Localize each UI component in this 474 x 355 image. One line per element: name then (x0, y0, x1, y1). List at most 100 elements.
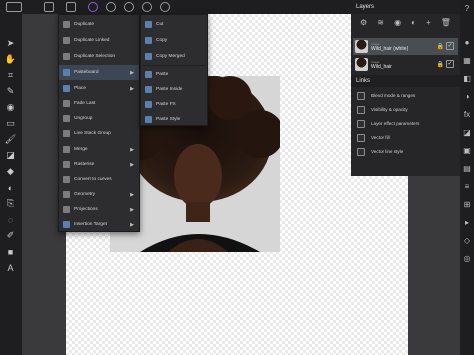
insertion-target-icon (63, 221, 70, 228)
stock-icon[interactable]: ▸ (462, 218, 472, 228)
persona-develop-icon[interactable] (124, 2, 134, 12)
link-checkbox[interactable] (357, 133, 365, 142)
layer-row[interactable]: Image Wild_hair 🔒 ✓ (353, 56, 458, 73)
mask-icon[interactable]: ◉ (394, 18, 401, 27)
delete-layer-icon[interactable]: 🗑 (441, 18, 451, 27)
styles-icon[interactable]: ◪ (462, 128, 472, 138)
menu-item-place[interactable]: Place ▶ (59, 81, 139, 96)
undo-icon[interactable] (66, 2, 76, 12)
menu-label: Place (74, 86, 86, 91)
layer-thumbnail (355, 40, 368, 53)
menu-label: Paste Inside (156, 87, 183, 92)
effects-icon[interactable]: fx (462, 110, 472, 120)
menu-label: Duplicate Selection (74, 54, 116, 59)
fade-icon (63, 100, 70, 107)
stack-icon[interactable]: ≋ (377, 18, 384, 27)
projections-icon (63, 206, 70, 213)
move-tool-icon[interactable]: ➤ (4, 38, 17, 49)
menu-item-paste-fx[interactable]: Paste FX (141, 97, 207, 112)
persona-photo-icon[interactable] (88, 2, 98, 12)
menu-item-duplicate-selection[interactable]: Duplicate Selection (59, 49, 139, 64)
menu-item-pasteboard[interactable]: Pasteboard ▶ (59, 65, 139, 80)
color-panel-icon[interactable]: ● (462, 38, 472, 48)
lock-icon[interactable]: 🔒 (437, 61, 444, 68)
shape-tool-icon[interactable]: ■ (4, 246, 17, 257)
chevron-right-icon: ▶ (130, 146, 134, 153)
persona-liquify-icon[interactable] (106, 2, 116, 12)
paste-icon (145, 71, 152, 78)
menu-item-insertion-target[interactable]: Insertion Target ▶ (59, 217, 139, 232)
menu-item-paste-inside[interactable]: Paste Inside (141, 82, 207, 97)
menu-item-paste[interactable]: Paste (141, 67, 207, 82)
menu-item-cut[interactable]: Cut (141, 17, 207, 32)
menu-item-ungroup[interactable]: Ungroup (59, 111, 139, 126)
menu-item-duplicate-linked[interactable]: Duplicate Linked (59, 33, 139, 48)
text-tool-icon[interactable]: A (4, 262, 17, 273)
menu-item-merge[interactable]: Merge ▶ (59, 142, 139, 157)
menu-item-convert-curves[interactable]: Convert to curves (59, 172, 139, 187)
history-icon[interactable]: ▣ (462, 146, 472, 156)
dodge-tool-icon[interactable]: ◐ (4, 182, 17, 193)
menu-label: Insertion Target (74, 222, 107, 227)
menu-item-geometry[interactable]: Geometry ▶ (59, 187, 139, 202)
marquee-tool-icon[interactable]: ▭ (4, 118, 17, 129)
color-picker-icon[interactable]: ✐ (4, 230, 17, 241)
layer-name: Wild_hair (371, 63, 392, 70)
context-menu: Duplicate Duplicate Linked Duplicate Sel… (58, 14, 140, 232)
transform-icon[interactable]: ⊞ (462, 200, 472, 210)
add-layer-icon[interactable]: + (426, 18, 431, 27)
menu-label: Cut (156, 22, 164, 27)
help-icon[interactable]: ? (462, 4, 472, 14)
layer-name: Wild_hair (white) (371, 45, 409, 52)
crop-tool-icon[interactable]: ⌗ (4, 70, 17, 81)
glyph-icon[interactable]: ◇ (462, 236, 472, 246)
chevron-right-icon: ▶ (130, 161, 134, 168)
clone-tool-icon[interactable]: ⎘ (4, 198, 17, 209)
visibility-checkbox[interactable]: ✓ (446, 42, 454, 50)
fill-tool-icon[interactable]: ◆ (4, 166, 17, 177)
persona-export-icon[interactable] (160, 2, 170, 12)
flood-select-icon[interactable]: ◉ (4, 102, 17, 113)
copy-merged-icon (145, 53, 152, 60)
link-checkbox[interactable] (357, 119, 365, 128)
menu-item-projections[interactable]: Projections ▶ (59, 202, 139, 217)
persona-tonemap-icon[interactable] (142, 2, 152, 12)
adjustment-layer-icon[interactable]: ◐ (411, 18, 416, 27)
navigator-icon[interactable]: ▤ (462, 164, 472, 174)
document-icon[interactable] (44, 2, 54, 12)
menu-item-live-stack[interactable]: Live Stack Group (59, 126, 139, 141)
paint-brush-icon[interactable]: 🖌 (4, 134, 17, 145)
brushes-icon[interactable]: ◧ (462, 74, 472, 84)
view-tool-icon[interactable]: ✋ (4, 54, 17, 65)
link-option-vector-line[interactable]: Vector line style (357, 146, 403, 157)
erase-brush-icon[interactable]: ◪ (4, 150, 17, 161)
menu-item-fade-last[interactable]: Fade Last (59, 96, 139, 111)
duplicate-selection-icon (63, 53, 70, 60)
back-icon[interactable] (6, 2, 22, 12)
layer-row[interactable]: Image Wild_hair (white) 🔒 ✓ (353, 38, 458, 55)
menu-item-copy-merged[interactable]: Copy Merged (141, 49, 207, 64)
link-option-blend[interactable]: Blend mode & ranges (357, 90, 415, 101)
menu-item-copy[interactable]: Copy (141, 33, 207, 48)
rasterise-icon (63, 161, 70, 168)
link-option-effects[interactable]: Layer effect parameters (357, 118, 419, 129)
swatches-icon[interactable]: ▦ (462, 56, 472, 66)
blur-tool-icon[interactable]: ◌ (4, 214, 17, 225)
menu-item-rasterise[interactable]: Rasterise ▶ (59, 157, 139, 172)
link-option-visibility[interactable]: Visibility & opacity (357, 104, 408, 115)
menu-label: Projections (74, 207, 98, 212)
menu-label: Convert to curves (74, 177, 112, 182)
link-checkbox[interactable] (357, 91, 365, 100)
menu-item-duplicate[interactable]: Duplicate (59, 17, 139, 32)
layer-settings-icon[interactable]: ⚙ (360, 18, 367, 27)
menu-item-paste-style[interactable]: Paste Style (141, 112, 207, 127)
channels-icon[interactable]: ≡ (462, 182, 472, 192)
selection-brush-icon[interactable]: ✎ (4, 86, 17, 97)
visibility-checkbox[interactable]: ✓ (446, 60, 454, 68)
snapshot-icon[interactable]: ◎ (462, 254, 472, 264)
lock-icon[interactable]: 🔒 (437, 43, 444, 50)
link-checkbox[interactable] (357, 105, 365, 114)
link-option-vector-fill[interactable]: Vector fill (357, 132, 390, 143)
adjustments-icon[interactable]: ◑ (462, 92, 472, 102)
link-checkbox[interactable] (357, 147, 365, 156)
